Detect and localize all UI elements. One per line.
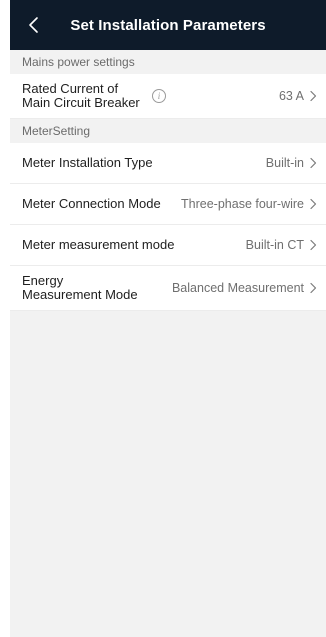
meter-installation-type-row[interactable]: Meter Installation Type Built-in <box>10 143 326 184</box>
meter-measurement-mode-row[interactable]: Meter measurement mode Built-in CT <box>10 225 326 266</box>
meter-connection-mode-row[interactable]: Meter Connection Mode Three-phase four-w… <box>10 184 326 225</box>
chevron-right-icon <box>308 157 318 169</box>
chevron-right-icon <box>308 90 318 102</box>
meter-measurement-mode-value: Built-in CT <box>245 238 304 252</box>
chevron-right-icon <box>308 239 318 251</box>
rated-current-value: 63 A <box>278 89 304 103</box>
screen: Set Installation Parameters Mains power … <box>0 0 326 637</box>
section-title-meter: MeterSetting <box>10 119 326 143</box>
back-button[interactable] <box>26 14 44 36</box>
energy-measurement-mode-value: Balanced Measurement <box>171 281 304 295</box>
meter-installation-type-label: Meter Installation Type <box>22 155 153 170</box>
energy-measurement-mode-label: Energy Measurement Mode <box>22 273 138 302</box>
info-icon[interactable]: i <box>152 89 166 103</box>
content-panel: Set Installation Parameters Mains power … <box>10 0 326 637</box>
energy-measurement-mode-row[interactable]: Energy Measurement Mode Balanced Measure… <box>10 266 326 311</box>
section-title-mains: Mains power settings <box>10 50 326 74</box>
page-title: Set Installation Parameters <box>70 16 266 34</box>
rated-current-label: Rated Current of Main Circuit Breaker <box>22 81 140 110</box>
rated-current-row[interactable]: Rated Current of Main Circuit Breaker i … <box>10 74 326 119</box>
meter-measurement-mode-label: Meter measurement mode <box>22 237 175 252</box>
meter-connection-mode-label: Meter Connection Mode <box>22 196 161 211</box>
top-bar: Set Installation Parameters <box>10 0 326 50</box>
chevron-right-icon <box>308 282 318 294</box>
meter-connection-mode-value: Three-phase four-wire <box>181 197 304 211</box>
chevron-right-icon <box>308 198 318 210</box>
meter-installation-type-value: Built-in <box>265 156 304 170</box>
chevron-left-icon <box>29 17 38 33</box>
